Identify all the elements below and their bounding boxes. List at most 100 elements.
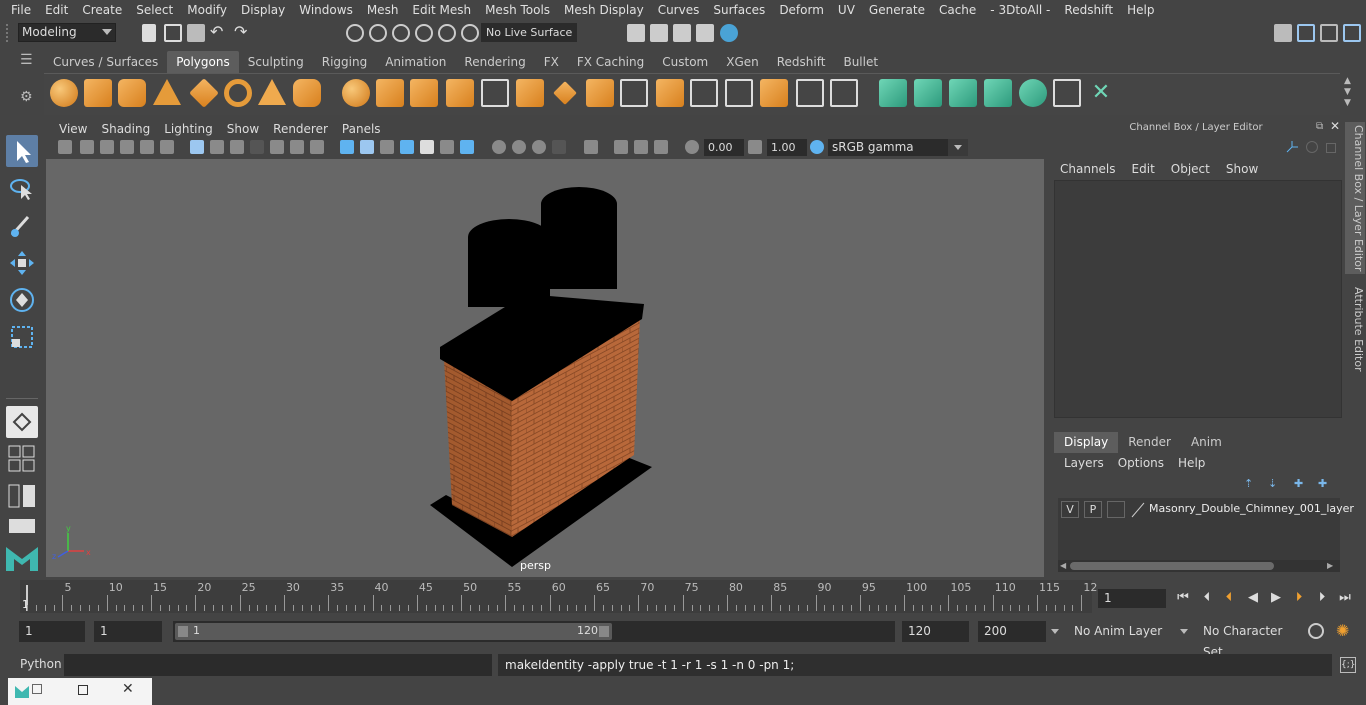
insert-edge-loop-icon[interactable] xyxy=(656,79,684,107)
shelf-tab-rigging[interactable]: Rigging xyxy=(313,51,376,73)
delete-history-icon[interactable] xyxy=(830,79,858,107)
menu-mesh-tools[interactable]: Mesh Tools xyxy=(478,3,557,17)
menu-generate[interactable]: Generate xyxy=(862,3,932,17)
grease-pencil-icon[interactable] xyxy=(160,140,174,154)
poly-disc-icon[interactable] xyxy=(342,79,370,107)
multi-cut-icon[interactable] xyxy=(620,79,648,107)
show-menu[interactable]: Show xyxy=(1226,162,1258,176)
hypershade-icon[interactable] xyxy=(720,24,738,42)
shelf-tab-xgen[interactable]: XGen xyxy=(717,51,768,73)
menu-select[interactable]: Select xyxy=(129,3,180,17)
textured-icon[interactable] xyxy=(420,140,434,154)
use-all-lights-icon[interactable] xyxy=(440,140,454,154)
color-space-dropdown[interactable] xyxy=(948,139,968,156)
animation-start-field[interactable]: 1 xyxy=(19,621,85,642)
range-end-handle[interactable] xyxy=(599,626,609,637)
perspective-viewport[interactable]: x y z xyxy=(46,159,1044,577)
layers-menu[interactable]: Layers xyxy=(1064,456,1104,470)
viewport-menu-panels[interactable]: Panels xyxy=(335,122,388,136)
maya-window-icon[interactable] xyxy=(14,683,30,699)
menu-deform[interactable]: Deform xyxy=(772,3,831,17)
snap-view-plane-icon[interactable] xyxy=(415,24,433,42)
camera-attributes-icon[interactable] xyxy=(80,140,94,154)
use-default-material-icon[interactable] xyxy=(380,140,394,154)
shelf-tab-sculpting[interactable]: Sculpting xyxy=(239,51,313,73)
tab-render[interactable]: Render xyxy=(1118,432,1181,453)
menu-cache[interactable]: Cache xyxy=(932,3,983,17)
gamma-icon[interactable] xyxy=(748,140,762,154)
snap-curve-icon[interactable] xyxy=(369,24,387,42)
step-back-key-icon[interactable]: ⏴ xyxy=(1220,589,1238,607)
help-menu[interactable]: Help xyxy=(1178,456,1205,470)
shelf-tab-animation[interactable]: Animation xyxy=(376,51,455,73)
menu-create[interactable]: Create xyxy=(75,3,129,17)
append-polygon-icon[interactable] xyxy=(586,79,614,107)
outliner-layout-icon[interactable] xyxy=(8,484,36,508)
step-forward-frame-icon[interactable]: ⏵ xyxy=(1313,589,1331,607)
depth-of-field-icon[interactable] xyxy=(552,140,566,154)
menu-uv[interactable]: UV xyxy=(831,3,862,17)
viewport-menu-renderer[interactable]: Renderer xyxy=(266,122,335,136)
move-tool-icon[interactable] xyxy=(6,247,38,279)
layer-list-scroll-thumb[interactable] xyxy=(1070,562,1274,570)
shelf-settings-gear-icon[interactable]: ⚙ xyxy=(20,89,34,107)
viewport-menu-shading[interactable]: Shading xyxy=(94,122,157,136)
script-editor-icon[interactable]: {;} xyxy=(1340,657,1356,673)
planar-mapping-icon[interactable] xyxy=(725,79,753,107)
menu-edit[interactable]: Edit xyxy=(38,3,75,17)
exposure-field[interactable]: 0.00 xyxy=(704,139,744,156)
menu-help[interactable]: Help xyxy=(1120,3,1161,17)
render-settings-icon[interactable] xyxy=(696,24,714,42)
poly-cylinder-icon[interactable] xyxy=(118,79,146,107)
snap-magnet-icon[interactable] xyxy=(461,24,479,42)
screen-space-ao-icon[interactable] xyxy=(492,140,506,154)
snap-grid-icon[interactable] xyxy=(346,24,364,42)
menu-surfaces[interactable]: Surfaces xyxy=(706,3,772,17)
close-window-icon[interactable]: ✕ xyxy=(122,681,134,697)
2d-pan-zoom-icon[interactable] xyxy=(140,140,154,154)
shelf-tab-bullet[interactable]: Bullet xyxy=(834,51,887,73)
layer-color-swatch[interactable] xyxy=(1130,501,1146,518)
menu-curves[interactable]: Curves xyxy=(651,3,707,17)
scroll-right-icon[interactable]: ▶ xyxy=(1327,561,1333,570)
menu-edit-mesh[interactable]: Edit Mesh xyxy=(405,3,478,17)
range-start-handle[interactable] xyxy=(178,626,188,637)
viewport-menu-show[interactable]: Show xyxy=(220,122,266,136)
3dtoall-icon-2[interactable] xyxy=(914,79,942,107)
safe-action-icon[interactable] xyxy=(290,140,304,154)
command-input[interactable] xyxy=(64,654,492,676)
3dtoall-icon-3[interactable] xyxy=(949,79,977,107)
anim-layer-select[interactable]: No Anim Layer xyxy=(1068,621,1168,642)
menu-display[interactable]: Display xyxy=(234,3,292,17)
color-management-icon[interactable] xyxy=(810,140,824,154)
wireframe-icon[interactable] xyxy=(340,140,354,154)
separate-icon[interactable] xyxy=(410,79,438,107)
new-layer-icon[interactable]: ✚ xyxy=(1294,477,1303,490)
single-perspective-layout-icon[interactable] xyxy=(6,406,38,438)
multisample-aa-icon[interactable] xyxy=(532,140,546,154)
shelf-tab-fx[interactable]: FX xyxy=(535,51,568,73)
layer-name[interactable]: Masonry_Double_Chimney_001_layer xyxy=(1149,502,1354,515)
four-view-layout-icon[interactable] xyxy=(8,445,36,473)
layer-playback-toggle[interactable]: P xyxy=(1084,501,1102,518)
shelf-tab-custom[interactable]: Custom xyxy=(653,51,717,73)
range-slider-thumb[interactable] xyxy=(175,623,612,640)
snap-live-icon[interactable] xyxy=(438,24,456,42)
3dtoall-icon-7[interactable]: ✕ xyxy=(1087,79,1115,107)
color-space-select[interactable]: sRGB gamma xyxy=(828,139,968,156)
shelf-scroll-icon[interactable]: ▲ ▼ ▼ xyxy=(1344,76,1358,112)
toggle-channel-box-icon[interactable] xyxy=(1343,24,1361,42)
menu-mesh-display[interactable]: Mesh Display xyxy=(557,3,651,17)
gate-mask-icon[interactable] xyxy=(250,140,264,154)
redo-icon[interactable]: ↷ xyxy=(234,22,247,41)
menu-3dtoall[interactable]: - 3DtoAll - xyxy=(983,3,1057,17)
command-language-label[interactable]: Python xyxy=(20,657,62,671)
shelf-tab-redshift[interactable]: Redshift xyxy=(768,51,835,73)
status-line-grip[interactable] xyxy=(6,24,10,42)
shelf-tab-curves-surfaces[interactable]: Curves / Surfaces xyxy=(44,51,167,73)
shelf-tab-fx-caching[interactable]: FX Caching xyxy=(568,51,653,73)
animation-preferences-icon[interactable]: ✺ xyxy=(1336,621,1349,640)
auto-key-icon[interactable] xyxy=(1308,623,1324,639)
center-pivot-icon[interactable] xyxy=(796,79,824,107)
menu-file[interactable]: File xyxy=(4,3,38,17)
